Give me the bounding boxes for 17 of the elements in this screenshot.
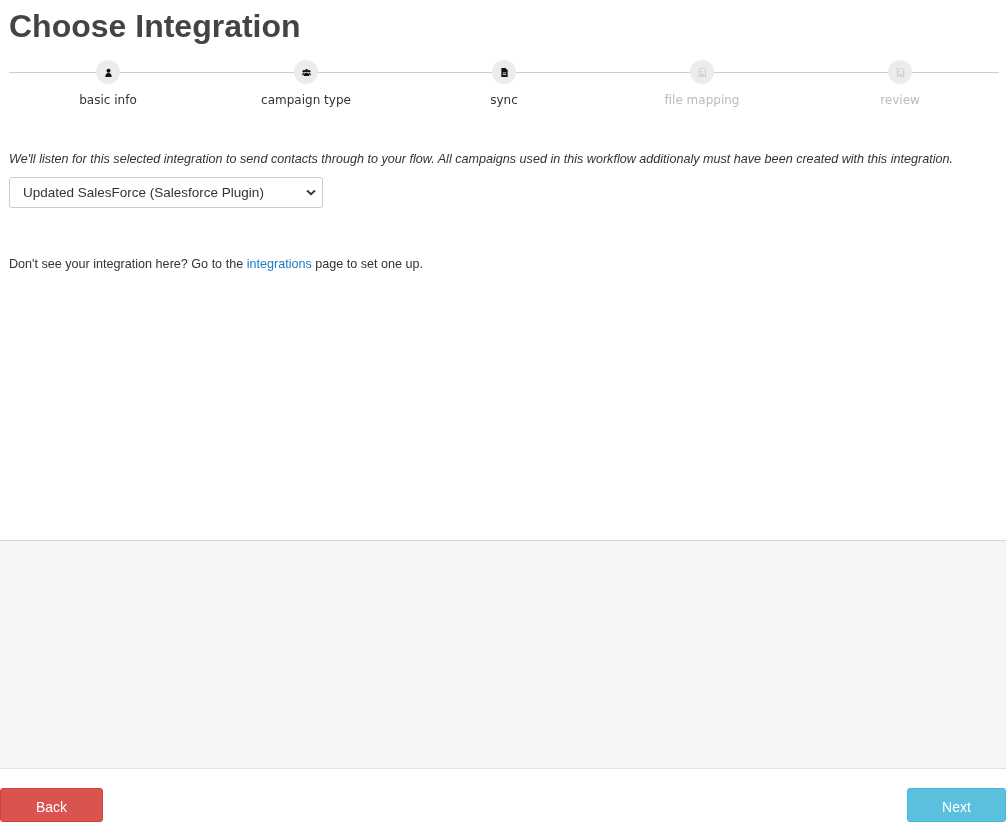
image-file-icon bbox=[697, 67, 707, 77]
chevron-down-icon bbox=[306, 189, 316, 196]
group-icon bbox=[301, 67, 311, 77]
page-title: Choose Integration bbox=[9, 7, 301, 46]
integration-dropdown[interactable]: Updated SalesForce (Salesforce Plugin) bbox=[9, 177, 323, 208]
step-label: campaign type bbox=[261, 93, 351, 107]
back-button[interactable]: Back bbox=[0, 788, 103, 822]
integrations-link[interactable]: integrations bbox=[246, 257, 312, 271]
person-icon bbox=[103, 67, 113, 77]
help-text: Don't see your integration here? Go to the integrations page to set one up. bbox=[9, 257, 424, 271]
file-icon bbox=[499, 67, 509, 77]
step-label: review bbox=[880, 93, 920, 107]
step-label: file mapping bbox=[664, 93, 740, 107]
step-label: basic info bbox=[79, 93, 137, 107]
image-file-icon bbox=[895, 67, 905, 77]
description-text: We'll listen for this selected integration to send contacts through to your flow. All campaigns used in this workflow additionaly must have been created with this integration. bbox=[9, 152, 953, 166]
step-label: sync bbox=[490, 93, 518, 107]
